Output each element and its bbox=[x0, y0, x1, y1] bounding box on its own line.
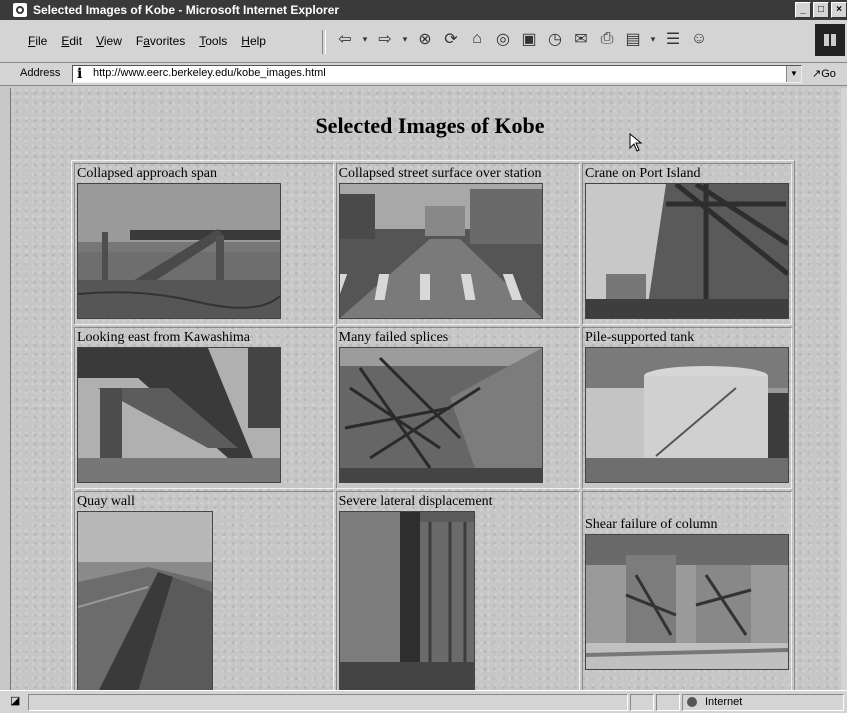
photo-severe-lateral-displacement[interactable] bbox=[338, 511, 475, 690]
menu-bar: File Edit View Favorites Tools Help bbox=[28, 34, 280, 48]
photo-quay-wall[interactable] bbox=[77, 511, 213, 690]
photo-many-failed-splices[interactable] bbox=[338, 347, 543, 483]
grid-cell: Pile-supported tank bbox=[581, 327, 792, 489]
grid-cell: Crane on Port Island bbox=[581, 163, 792, 325]
mail-icon[interactable]: ✉ bbox=[570, 28, 592, 50]
page-status-icon: ◪ bbox=[10, 695, 21, 707]
image-caption: Looking east from Kawashima bbox=[77, 330, 251, 345]
menu-tools[interactable]: Tools bbox=[199, 34, 227, 48]
refresh-icon[interactable]: ⟳ bbox=[440, 28, 462, 50]
back-icon[interactable]: ⇦ bbox=[334, 28, 356, 50]
address-label: Address bbox=[20, 67, 61, 79]
security-zone-label: Internet bbox=[705, 696, 743, 708]
maximize-button[interactable]: □ bbox=[813, 2, 829, 18]
status-bar: ◪ Internet bbox=[0, 690, 847, 713]
image-caption: Collapsed approach span bbox=[77, 166, 217, 181]
forward-icon[interactable]: ⇨ bbox=[374, 28, 396, 50]
image-caption: Pile-supported tank bbox=[584, 330, 695, 345]
image-grid: Collapsed approach span Collapsed street… bbox=[71, 160, 795, 690]
edit-icon[interactable]: ▤ bbox=[622, 28, 644, 50]
favorites-icon[interactable]: ▣ bbox=[518, 28, 540, 50]
menu-edit[interactable]: Edit bbox=[61, 34, 82, 48]
search-icon[interactable]: ◎ bbox=[492, 28, 514, 50]
address-url[interactable]: http://www.eerc.berkeley.edu/kobe_images… bbox=[93, 67, 326, 79]
edit-dropdown-arrow-icon[interactable]: ▾ bbox=[648, 28, 658, 50]
image-caption: Severe lateral displacement bbox=[338, 494, 493, 509]
toolbar: ⇦ ▾ ⇨ ▾ ⊗ ⟳ ⌂ ◎ ▣ ◷ ✉ ⎙ ▤ ▾ ☰ ☺ bbox=[334, 28, 714, 50]
grid-cell: Collapsed approach span bbox=[74, 163, 334, 325]
address-dropdown-icon[interactable]: ▼ bbox=[786, 66, 801, 82]
status-pane bbox=[630, 694, 654, 711]
address-input[interactable]: i http://www.eerc.berkeley.edu/kobe_imag… bbox=[72, 65, 802, 83]
security-zone-pane: Internet bbox=[682, 694, 844, 711]
grid-cell: Many failed splices bbox=[335, 327, 580, 489]
toolbar-separator bbox=[322, 30, 326, 54]
stop-icon[interactable]: ⊗ bbox=[414, 28, 436, 50]
close-button[interactable]: × bbox=[831, 2, 847, 18]
grid-cell: Quay wall bbox=[74, 491, 334, 690]
image-caption: Many failed splices bbox=[338, 330, 449, 345]
print-icon[interactable]: ⎙ bbox=[596, 28, 618, 50]
image-caption: Crane on Port Island bbox=[584, 166, 701, 181]
photo-collapsed-street-surface[interactable] bbox=[338, 183, 543, 319]
internet-globe-icon bbox=[687, 697, 697, 707]
menu-file[interactable]: File bbox=[28, 34, 47, 48]
go-button[interactable]: ↗Go bbox=[812, 67, 836, 80]
photo-pile-supported-tank[interactable] bbox=[584, 347, 789, 483]
home-icon[interactable]: ⌂ bbox=[466, 28, 488, 50]
grid-cell: Severe lateral displacement bbox=[335, 491, 580, 690]
menu-view[interactable]: View bbox=[96, 34, 122, 48]
page-title: Selected Images of Kobe bbox=[315, 113, 545, 138]
go-arrow-icon: ↗ bbox=[812, 68, 822, 80]
ie-app-icon[interactable] bbox=[13, 3, 27, 17]
menu-favorites[interactable]: Favorites bbox=[136, 34, 185, 48]
photo-crane-port-island[interactable] bbox=[584, 183, 789, 319]
status-pane bbox=[656, 694, 680, 711]
back-dropdown-arrow-icon[interactable]: ▾ bbox=[360, 28, 370, 50]
grid-cell: Collapsed street surface over station bbox=[335, 163, 580, 325]
page-info-icon: i bbox=[77, 66, 83, 82]
grid-cell: Looking east from Kawashima bbox=[74, 327, 334, 489]
image-caption: Quay wall bbox=[77, 494, 135, 509]
photo-collapsed-approach-span[interactable] bbox=[77, 183, 281, 319]
windows-logo-icon bbox=[815, 24, 845, 56]
vertical-scrollbar[interactable] bbox=[841, 88, 847, 690]
image-caption: Collapsed street surface over station bbox=[338, 166, 542, 181]
minimize-button[interactable]: _ bbox=[795, 2, 811, 18]
mouse-cursor-icon bbox=[629, 133, 643, 152]
address-bar: Address i http://www.eerc.berkeley.edu/k… bbox=[0, 63, 847, 86]
photo-shear-failure-column[interactable] bbox=[584, 534, 789, 670]
menu-toolbar-row: File Edit View Favorites Tools Help ⇦ ▾ … bbox=[0, 20, 847, 63]
grid-cell: Shear failure of column bbox=[581, 491, 792, 690]
messenger-icon[interactable]: ☺ bbox=[688, 28, 710, 50]
status-text-pane bbox=[28, 694, 628, 711]
history-icon[interactable]: ◷ bbox=[544, 28, 566, 50]
image-caption: Shear failure of column bbox=[584, 517, 718, 532]
window-title: Selected Images of Kobe - Microsoft Inte… bbox=[33, 3, 340, 17]
title-bar: Selected Images of Kobe - Microsoft Inte… bbox=[0, 0, 847, 20]
forward-dropdown-arrow-icon[interactable]: ▾ bbox=[400, 28, 410, 50]
menu-help[interactable]: Help bbox=[241, 34, 266, 48]
page-content: Selected Images of Kobe Collapsed approa… bbox=[10, 88, 842, 690]
photo-looking-east-kawashima[interactable] bbox=[77, 347, 281, 483]
discuss-icon[interactable]: ☰ bbox=[662, 28, 684, 50]
